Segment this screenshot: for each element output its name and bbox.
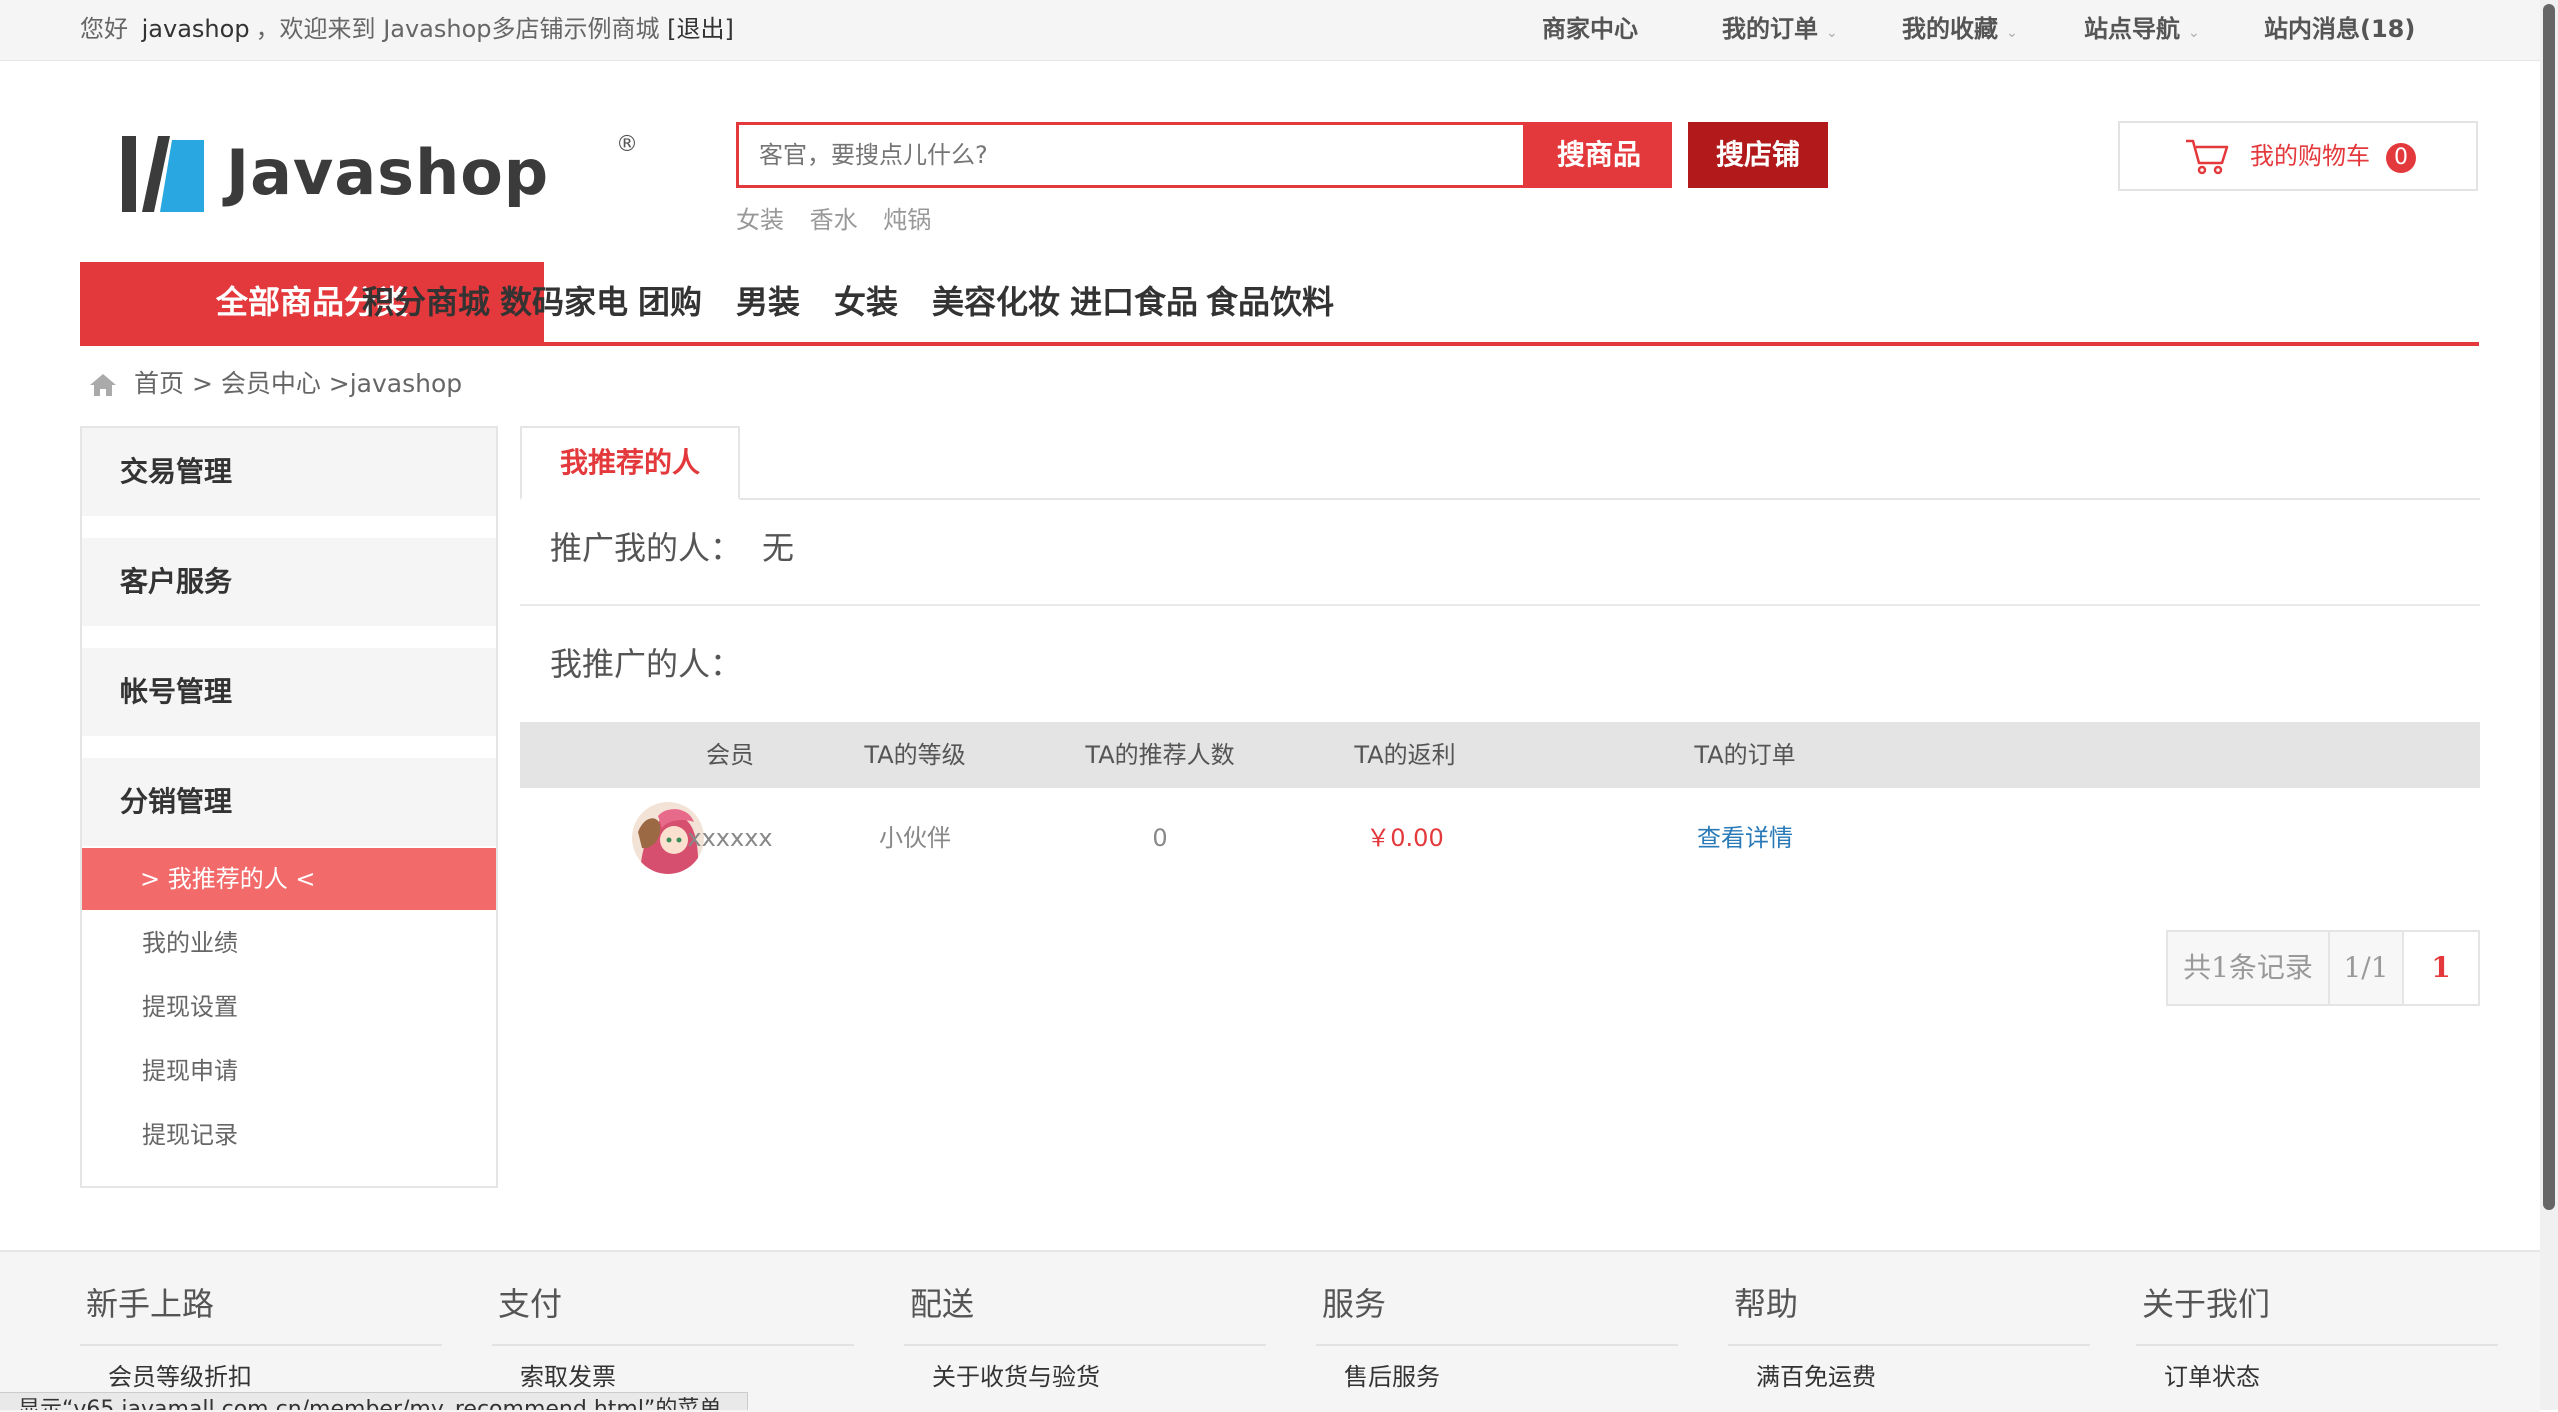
nav-item-men[interactable]: 男装 bbox=[736, 262, 800, 342]
footer-column-title: 关于我们 bbox=[2136, 1252, 2498, 1346]
merchant-center-link[interactable]: 商家中心 bbox=[1542, 0, 1638, 58]
footer-column-title: 帮助 bbox=[1728, 1252, 2090, 1346]
scrollbar-thumb[interactable] bbox=[2543, 4, 2555, 1210]
logo-text: Javashop bbox=[226, 136, 550, 209]
cell-level: 小伙伴 bbox=[879, 824, 951, 852]
footer: 新手上路 会员等级折扣 支付 索取发票 配送 关于收货与验货 服务 售后服务 帮… bbox=[0, 1250, 2540, 1412]
footer-column-title: 配送 bbox=[904, 1252, 1266, 1346]
hotword-link[interactable]: 炖锅 bbox=[883, 206, 931, 234]
logo-mark-icon bbox=[122, 136, 204, 212]
column-header-rebate: TA的返利 bbox=[1354, 741, 1456, 769]
section-divider bbox=[520, 604, 2480, 606]
sidebar-item-withdraw-records[interactable]: 提现记录 bbox=[82, 1104, 496, 1166]
sidebar-item-my-performance[interactable]: 我的业绩 bbox=[82, 912, 496, 974]
chevron-down-icon: ⌄ bbox=[2188, 25, 2200, 41]
cart-label: 我的购物车 bbox=[2250, 142, 2370, 170]
search-input[interactable] bbox=[757, 125, 1501, 185]
sidebar-section-account[interactable]: 帐号管理 bbox=[82, 648, 496, 736]
footer-column-payment: 支付 索取发票 bbox=[492, 1252, 854, 1408]
cart-button[interactable]: 我的购物车 0 bbox=[2118, 121, 2478, 191]
hotword-link[interactable]: 香水 bbox=[810, 206, 858, 234]
search-goods-button[interactable]: 搜商品 bbox=[1526, 122, 1672, 188]
column-header-level: TA的等级 bbox=[864, 741, 966, 769]
pager-pages: 1/1 bbox=[2328, 930, 2404, 1006]
cell-rebate: ￥0.00 bbox=[1366, 824, 1444, 852]
my-favorites-label: 我的收藏 bbox=[1902, 15, 1998, 43]
column-header-orders: TA的订单 bbox=[1694, 741, 1796, 769]
breadcrumb: 首页 > 会员中心 >javashop bbox=[88, 364, 462, 404]
my-favorites-menu[interactable]: 我的收藏 ⌄ bbox=[1902, 0, 2018, 62]
hot-keywords: 女装 香水 炖锅 bbox=[736, 200, 949, 235]
footer-link[interactable]: 关于收货与验货 bbox=[904, 1346, 1266, 1408]
hotword-link[interactable]: 女装 bbox=[736, 206, 784, 234]
sidebar-section-trade[interactable]: 交易管理 bbox=[82, 428, 496, 516]
sidebar-item-withdraw-settings[interactable]: 提现设置 bbox=[82, 976, 496, 1038]
nav-item-group-buy[interactable]: 团购 bbox=[638, 262, 702, 342]
greeting-text: 您好 bbox=[80, 15, 128, 43]
site-nav-label: 站点导航 bbox=[2084, 15, 2180, 43]
pager-total: 共1条记录 bbox=[2166, 930, 2330, 1006]
footer-column-help: 帮助 满百免运费 bbox=[1728, 1252, 2090, 1408]
promoted-label: 我推广的人： bbox=[550, 645, 743, 683]
tab-my-referrals[interactable]: 我推荐的人 bbox=[520, 426, 740, 500]
footer-link[interactable]: 订单状态 bbox=[2136, 1346, 2498, 1408]
footer-column-title: 新手上路 bbox=[80, 1252, 442, 1346]
sidebar-section-distribution[interactable]: 分销管理 bbox=[82, 758, 496, 846]
nav-item-digital[interactable]: 数码家电 bbox=[500, 262, 628, 342]
logout-link[interactable]: [退出] bbox=[667, 15, 734, 43]
footer-column-about: 关于我们 订单状态 bbox=[2136, 1252, 2498, 1408]
chevron-down-icon: ⌄ bbox=[2006, 25, 2018, 41]
merchant-center-label: 商家中心 bbox=[1542, 15, 1638, 43]
nav-item-points-mall[interactable]: 积分商城 bbox=[362, 262, 490, 342]
footer-link[interactable]: 售后服务 bbox=[1316, 1346, 1678, 1408]
view-details-link[interactable]: 查看详情 bbox=[1660, 788, 1830, 888]
main-nav: 全部商品分类 积分商城 数码家电 团购 男装 女装 美容化妆 进口食品 食品饮料 bbox=[80, 262, 2479, 346]
chevron-down-icon: ⌄ bbox=[1826, 25, 1838, 41]
site-messages-link[interactable]: 站内消息(18) bbox=[2264, 0, 2415, 58]
footer-link[interactable]: 满百免运费 bbox=[1728, 1346, 2090, 1408]
footer-column-title: 支付 bbox=[492, 1252, 854, 1346]
cart-count-badge: 0 bbox=[2386, 143, 2416, 173]
cell-referral-count: 0 bbox=[1152, 824, 1168, 852]
referrer-info: 推广我的人： 无 bbox=[550, 520, 794, 576]
column-header-member: 会员 bbox=[706, 741, 754, 769]
cart-icon bbox=[2186, 139, 2229, 175]
home-icon bbox=[90, 374, 116, 396]
site-nav-menu[interactable]: 站点导航 ⌄ bbox=[2084, 0, 2200, 62]
nav-item-imported-food[interactable]: 进口食品 bbox=[1070, 262, 1198, 342]
content-tabs: 我推荐的人 bbox=[520, 426, 2480, 500]
column-header-referral-count: TA的推荐人数 bbox=[1085, 741, 1235, 769]
footer-column-service: 服务 售后服务 bbox=[1316, 1252, 1678, 1408]
footer-column-title: 服务 bbox=[1316, 1252, 1678, 1346]
member-sidebar: 交易管理 客户服务 帐号管理 分销管理 > 我推荐的人 < 我的业绩 提现设置 … bbox=[80, 426, 498, 1188]
welcome-text: ，欢迎来到 Javashop多店铺示例商城 bbox=[255, 15, 660, 43]
username-link[interactable]: javashop bbox=[142, 15, 250, 43]
footer-column-guide: 新手上路 会员等级折扣 bbox=[80, 1252, 442, 1408]
table-header: 会员 TA的等级 TA的推荐人数 TA的返利 TA的订单 bbox=[520, 722, 2480, 788]
sidebar-item-withdraw-apply[interactable]: 提现申请 bbox=[82, 1040, 496, 1102]
nav-item-food-drink[interactable]: 食品饮料 bbox=[1206, 262, 1334, 342]
my-orders-menu[interactable]: 我的订单 ⌄ bbox=[1722, 0, 1838, 62]
vertical-scrollbar[interactable] bbox=[2540, 0, 2558, 1410]
referrer-value: 无 bbox=[762, 529, 795, 567]
browser-status-bar: 显示“v65.javamall.com.cn/member/my_recomme… bbox=[0, 1392, 748, 1410]
table-row: xxxxxx 小伙伴 0 ￥0.00 查看详情 bbox=[520, 788, 2480, 888]
my-orders-label: 我的订单 bbox=[1722, 15, 1818, 43]
top-bar: 您好 javashop ，欢迎来到 Javashop多店铺示例商城 [退出] 商家… bbox=[0, 0, 2540, 61]
welcome-message: 您好 javashop ，欢迎来到 Javashop多店铺示例商城 [退出] bbox=[80, 0, 734, 58]
sidebar-item-my-referrals[interactable]: > 我推荐的人 < bbox=[82, 848, 496, 910]
pager-page-current[interactable]: 1 bbox=[2402, 930, 2480, 1006]
search-box bbox=[736, 122, 1526, 188]
sidebar-section-service[interactable]: 客户服务 bbox=[82, 538, 496, 626]
footer-column-delivery: 配送 关于收货与验货 bbox=[904, 1252, 1266, 1408]
site-messages-label: 站内消息(18) bbox=[2264, 15, 2416, 43]
nav-item-women[interactable]: 女装 bbox=[834, 262, 898, 342]
search-shop-button[interactable]: 搜店铺 bbox=[1688, 122, 1828, 188]
referrer-label: 推广我的人： bbox=[550, 529, 743, 567]
breadcrumb-text[interactable]: 首页 > 会员中心 >javashop bbox=[134, 369, 462, 398]
cell-member: xxxxxx bbox=[687, 824, 773, 852]
nav-item-beauty[interactable]: 美容化妆 bbox=[932, 262, 1060, 342]
registered-mark: ® bbox=[616, 132, 638, 157]
